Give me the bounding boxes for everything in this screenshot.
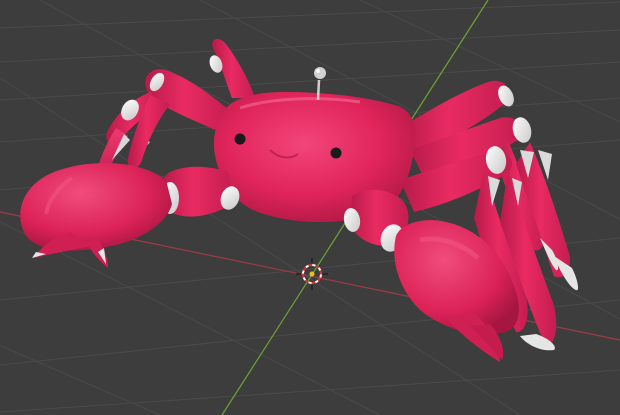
- right-eye: [330, 147, 342, 159]
- 3d-cursor-icon[interactable]: [296, 258, 328, 290]
- viewport-canvas[interactable]: [0, 0, 620, 415]
- left-claw: [20, 162, 240, 268]
- 3d-viewport[interactable]: [0, 0, 620, 415]
- left-eye: [234, 133, 246, 145]
- crab-model[interactable]: [20, 38, 579, 362]
